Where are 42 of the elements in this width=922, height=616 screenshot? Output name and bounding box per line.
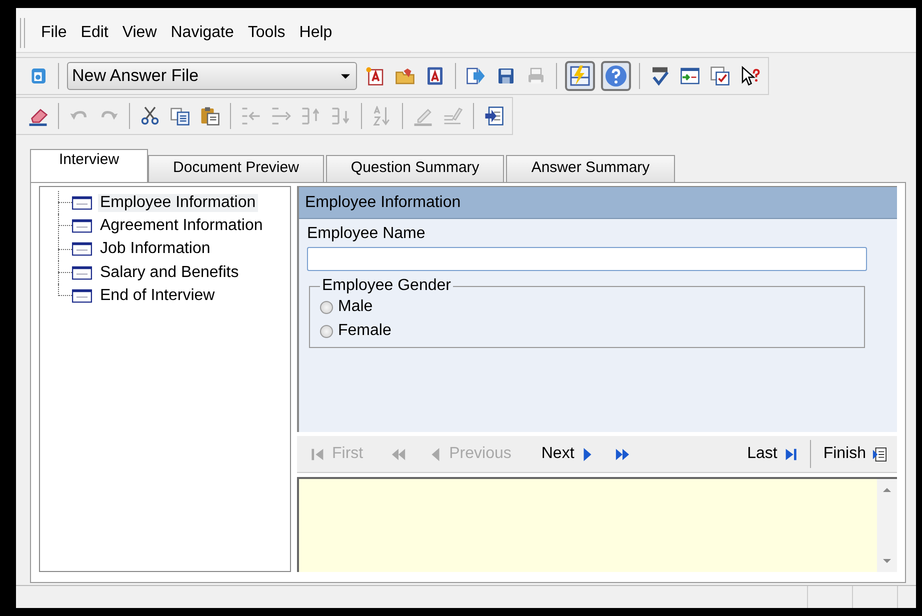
radio-label: Male <box>338 298 373 316</box>
nav-button[interactable]: Last <box>743 445 802 463</box>
caret-icon <box>341 74 350 78</box>
page-icon <box>72 196 92 210</box>
scroll-up-icon[interactable] <box>882 487 892 493</box>
lightning-icon[interactable] <box>565 61 595 91</box>
tab[interactable]: Interview <box>30 149 148 182</box>
tab[interactable]: Question Summary <box>326 155 504 182</box>
radio-label: Female <box>338 322 392 340</box>
field-label: Employee Name <box>306 224 426 244</box>
page-icon <box>72 242 92 256</box>
tab[interactable]: Answer Summary <box>506 155 675 182</box>
outline-item[interactable]: End of Interview <box>98 286 217 305</box>
scroll-down-icon[interactable] <box>882 558 892 564</box>
menu-item[interactable]: Edit <box>74 22 114 44</box>
menu-item[interactable]: Help <box>293 22 338 44</box>
outline-item[interactable]: Agreement Information <box>98 216 265 235</box>
checklist-icon[interactable] <box>708 64 732 88</box>
nav-button[interactable]: Next <box>537 445 600 463</box>
group-legend: Employee Gender <box>320 277 453 295</box>
page-icon <box>72 218 92 233</box>
tab[interactable]: Document Preview <box>148 155 324 182</box>
nav-button[interactable]: Finish <box>819 445 891 463</box>
menu-item[interactable]: File <box>35 22 73 44</box>
scrollbar[interactable] <box>877 479 897 572</box>
menu-item[interactable]: View <box>116 22 163 44</box>
page-icon <box>72 266 92 280</box>
help-icon[interactable] <box>601 61 631 91</box>
answer-file-dropdown[interactable]: New Answer File <box>67 62 357 90</box>
radio-button[interactable] <box>320 324 333 338</box>
radio-button[interactable] <box>320 300 333 314</box>
page-title: Employee Information <box>299 187 897 219</box>
finish-icon <box>872 446 887 462</box>
first-icon <box>311 446 326 462</box>
outline-item[interactable]: Salary and Benefits <box>98 264 241 282</box>
last-icon <box>783 446 798 462</box>
page-icon <box>72 288 92 303</box>
employee-name-field[interactable] <box>307 247 867 271</box>
menu-item[interactable]: Tools <box>242 22 292 44</box>
outline-item[interactable]: Job Information <box>98 240 212 258</box>
menu-item[interactable]: Navigate <box>164 22 240 44</box>
outline-item[interactable]: Employee Information <box>98 194 258 212</box>
